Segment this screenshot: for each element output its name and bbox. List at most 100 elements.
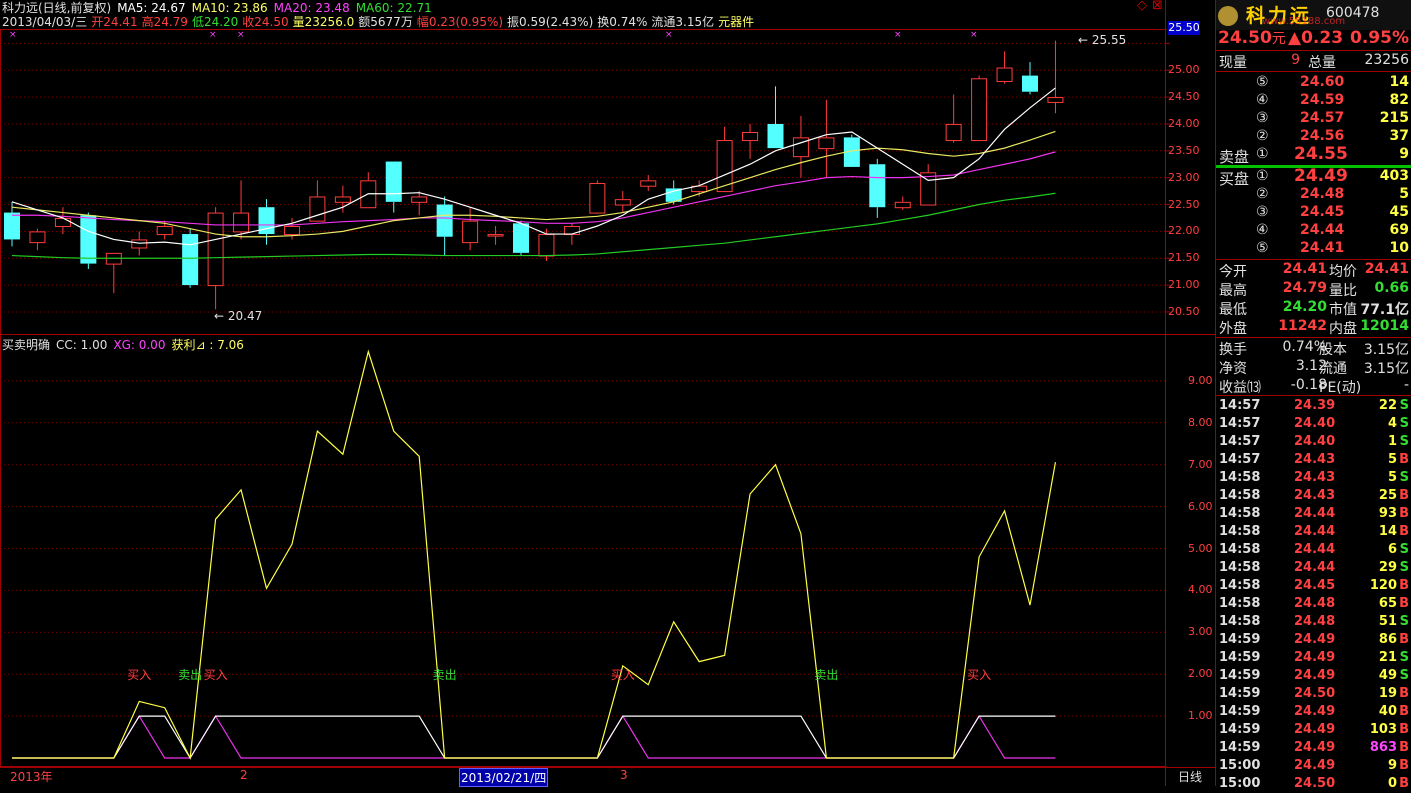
high-label: 25.55 <box>1091 33 1127 47</box>
title-item: 量23256.0 <box>292 15 355 29</box>
separator <box>1216 71 1411 72</box>
stat-row: 今开 24.41 均价 24.41 <box>1216 261 1411 280</box>
tick-volume: 25 <box>1378 488 1397 503</box>
bid-level[interactable]: ③ 24.45 45 <box>1216 204 1411 222</box>
bid-level[interactable]: ② 24.48 5 <box>1216 186 1411 204</box>
tick-time: 14:58 <box>1219 542 1261 557</box>
info-label: 流通 <box>1319 361 1347 377</box>
level-index: ③ <box>1256 204 1269 220</box>
title-item: 获利⊿ : 7.06 <box>171 338 244 352</box>
marker-icon: × <box>970 30 978 40</box>
indicator-tick-label: 8.00 <box>1188 415 1213 429</box>
ask-level[interactable]: ④ 24.59 82 <box>1216 92 1411 110</box>
close-icon[interactable]: ⊠ <box>1152 0 1163 13</box>
tick-price: 24.44 <box>1294 506 1336 521</box>
tick-time: 14:58 <box>1219 560 1261 575</box>
candle-body-up <box>640 180 657 187</box>
diamond-icon[interactable]: ◇ <box>1137 0 1147 13</box>
tick-row: 14:59 24.49 86 B <box>1216 631 1411 649</box>
stat-label: 最高 <box>1219 283 1247 299</box>
tick-volume: 29 <box>1378 560 1397 575</box>
tick-time: 14:58 <box>1219 524 1261 539</box>
level-price: 24.56 <box>1300 128 1345 144</box>
level-price: 24.45 <box>1300 204 1345 220</box>
candle-body-down <box>1022 75 1038 92</box>
candlesticks[interactable] <box>4 40 1064 310</box>
tick-volume: 19 <box>1378 686 1397 701</box>
tick-volume: 51 <box>1378 614 1397 629</box>
tick-volume: 5 <box>1387 470 1397 485</box>
level-price: 24.57 <box>1300 110 1345 126</box>
stock-code: 600478 <box>1326 5 1380 21</box>
high-marker: ← 25.55 <box>1078 33 1127 47</box>
info-value: - <box>1403 377 1409 393</box>
tick-row: 14:58 24.44 14 B <box>1216 523 1411 541</box>
bid-level[interactable]: ① 24.49 403 <box>1216 166 1411 186</box>
tick-row: 14:57 24.43 5 B <box>1216 451 1411 469</box>
bid-level[interactable]: ⑤ 24.41 10 <box>1216 240 1411 258</box>
title-item: 开24.41 <box>91 15 138 29</box>
tick-time: 14:58 <box>1219 488 1261 503</box>
tick-time: 14:58 <box>1219 506 1261 521</box>
level-price: 24.55 <box>1294 144 1348 164</box>
tick-time: 15:00 <box>1219 758 1261 773</box>
tick-side: S <box>1399 398 1409 413</box>
tick-side: S <box>1399 434 1409 449</box>
logo-bar: 科力远 www.55188.com 600478 <box>1216 0 1411 30</box>
title-item: 流通3.15亿 <box>651 15 715 29</box>
tick-row: 14:59 24.49 49 S <box>1216 667 1411 685</box>
tick-time: 14:59 <box>1219 722 1261 737</box>
stat-label: 量比 <box>1329 283 1357 299</box>
tick-volume: 14 <box>1378 524 1397 539</box>
tick-row: 14:57 24.40 1 S <box>1216 433 1411 451</box>
title-item: 收24.50 <box>242 15 289 29</box>
level-volume: 45 <box>1389 204 1409 220</box>
ask-level[interactable]: ③ 24.57 215 <box>1216 110 1411 128</box>
tick-side: B <box>1399 506 1409 521</box>
signal-label: 买入 <box>203 668 228 682</box>
level-volume: 14 <box>1389 74 1409 90</box>
indicator-tick-label: 6.00 <box>1188 499 1213 513</box>
info-label: 换手 <box>1219 342 1247 358</box>
indicator-lines <box>12 349 1057 761</box>
ask-level[interactable]: ⑤ 24.60 14 <box>1216 74 1411 92</box>
separator <box>1216 337 1411 338</box>
level-index: ① <box>1256 168 1269 184</box>
bid-level[interactable]: ④ 24.44 69 <box>1216 222 1411 240</box>
profit-line <box>12 349 1057 761</box>
period-label[interactable]: 日线 <box>1178 768 1202 785</box>
candle-body-up <box>462 220 479 244</box>
marker-icon: × <box>9 30 17 40</box>
title-item: 幅0.23(0.95%) <box>416 15 504 29</box>
axis-cursor-date: 2013/02/21/四 <box>459 768 549 787</box>
tick-time: 15:00 <box>1219 776 1261 791</box>
candle-body-up <box>614 199 631 206</box>
total-volume-label: 总量 <box>1308 55 1336 71</box>
info-label: PE(动) <box>1319 380 1362 396</box>
level-index: ④ <box>1256 92 1269 108</box>
indicator-tick-label: 9.00 <box>1188 373 1213 387</box>
tick-row: 14:59 24.49 863 B <box>1216 739 1411 757</box>
tick-volume: 49 <box>1378 668 1397 683</box>
tick-side: B <box>1399 452 1409 467</box>
cc-line <box>12 715 1056 760</box>
level-index: ① <box>1256 146 1269 162</box>
tick-time: 14:59 <box>1219 632 1261 647</box>
level-volume: 10 <box>1389 240 1409 256</box>
tick-side: B <box>1399 740 1409 755</box>
tick-side: S <box>1399 560 1409 575</box>
last-price: 24.50元 <box>1218 28 1286 48</box>
candle-body-up <box>971 78 988 142</box>
separator <box>1216 259 1411 260</box>
title-item: 振0.59(2.43%) <box>507 15 594 29</box>
stat-value: 24.41 <box>1282 261 1327 277</box>
signal-label: 买入 <box>610 668 635 682</box>
tick-side: S <box>1399 542 1409 557</box>
info-row: 收益⒀ -0.18 PE(动) - <box>1216 377 1411 396</box>
stat-row: 最高 24.79 量比 0.66 <box>1216 280 1411 299</box>
stat-row: 外盘 11242 内盘 12014 <box>1216 318 1411 337</box>
title-item: 额5677万 <box>358 15 413 29</box>
separator <box>1216 395 1411 396</box>
axis-current-price: 25.50 <box>1168 21 1200 35</box>
level-volume: 37 <box>1389 128 1409 144</box>
